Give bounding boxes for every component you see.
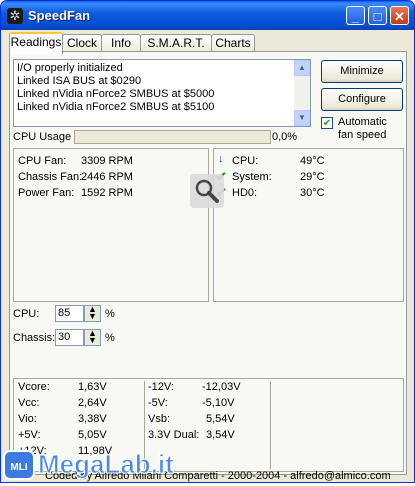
configure-button[interactable]: Configure <box>321 88 403 111</box>
temperature-panel: ↓ CPU: 49°C ✔ System: 29°C ✔ HD0: 30°C <box>213 148 404 302</box>
fan-name: Power Fan: <box>18 187 75 199</box>
temp-value: 49°C <box>300 155 325 167</box>
cpu-usage-value: 0,0% <box>272 131 298 143</box>
svg-text:MLI: MLI <box>10 462 27 473</box>
window-title: SpeedFan <box>28 8 91 23</box>
speedfan-app-icon[interactable]: ✲ <box>7 8 23 24</box>
checkmark-icon: ✔ <box>322 118 332 129</box>
temp-value: 30°C <box>300 187 325 199</box>
cpu-usage-bar <box>74 130 271 144</box>
cpu-speed-unit: % <box>105 308 115 320</box>
voltage-value: 3,38V <box>78 413 107 425</box>
svg-text:MegaLab.it: MegaLab.it <box>38 449 174 479</box>
voltage-value: 2,64V <box>78 397 107 409</box>
voltage-name: -5V: <box>148 397 168 409</box>
temp-name: HD0: <box>232 187 258 199</box>
scroll-down-icon[interactable]: ▼ <box>294 110 310 126</box>
chassis-speed-label: Chassis: <box>13 332 56 344</box>
fan-speed-panel: CPU Fan: 3309 RPM Chassis Fan: 2446 RPM … <box>13 148 209 302</box>
cpu-speed-spinner[interactable]: ▲ ▼ <box>84 305 101 322</box>
voltage-name: Vio: <box>18 413 37 425</box>
tab-clock[interactable]: Clock <box>62 34 102 52</box>
chassis-speed-spinner[interactable]: ▲ ▼ <box>84 329 101 346</box>
voltage-name: Vcc: <box>18 397 40 409</box>
title-bar[interactable]: ✲ SpeedFan _ □ ✕ <box>1 1 414 30</box>
temp-value: 29°C <box>300 171 325 183</box>
automatic-fan-speed-checkbox[interactable]: ✔ <box>321 117 333 129</box>
automatic-fan-speed-label: Automatic fan speed <box>338 116 387 141</box>
scroll-up-icon[interactable]: ▲ <box>294 60 310 76</box>
fan-value: 2446 RPM <box>81 171 133 183</box>
fan-name: Chassis Fan: <box>18 171 83 183</box>
fan-value: 3309 RPM <box>81 155 133 167</box>
minimize-window-button[interactable]: _ <box>346 6 365 25</box>
fan-value: 1592 RPM <box>81 187 133 199</box>
megalab-watermark: MLI MegaLab.it <box>0 440 180 483</box>
fan-name: CPU Fan: <box>18 155 67 167</box>
tab-info[interactable]: Info <box>101 34 141 52</box>
log-scrollbar[interactable]: ▲ ▼ <box>294 60 310 126</box>
readings-page: I/O properly initialized Linked ISA BUS … <box>9 51 407 475</box>
voltage-name: -12V: <box>148 381 174 393</box>
maximize-window-button[interactable]: □ <box>368 6 387 25</box>
cpu-usage-label: CPU Usage <box>13 131 72 143</box>
megalab-logo: MLI MegaLab.it <box>3 449 175 480</box>
tab-readings[interactable]: Readings <box>9 32 63 54</box>
log-line: Linked nVidia nForce2 SMBUS at $5100 <box>17 101 215 113</box>
log-listbox[interactable]: I/O properly initialized Linked ISA BUS … <box>13 59 311 127</box>
temp-name: System: <box>232 171 272 183</box>
minimize-button[interactable]: Minimize <box>321 60 403 83</box>
close-window-button[interactable]: ✕ <box>390 6 409 25</box>
speedfan-window: ✲ SpeedFan _ □ ✕ Readings Clock Info S.M… <box>0 0 415 483</box>
log-line: I/O properly initialized <box>17 62 123 74</box>
voltage-value: 1,63V <box>78 381 107 393</box>
cpu-speed-input[interactable]: 85 <box>55 305 84 322</box>
arrow-down-icon: ↓ <box>218 153 224 165</box>
cpu-speed-label: CPU: <box>13 308 40 320</box>
temp-name: CPU: <box>232 155 259 167</box>
voltage-divider <box>270 381 271 469</box>
chassis-speed-input[interactable]: 30 <box>55 329 84 346</box>
voltage-value: -12,03V <box>202 381 241 393</box>
voltage-value: -5,10V <box>202 397 235 409</box>
chassis-speed-unit: % <box>105 332 115 344</box>
voltage-value: 3,54V <box>206 429 235 441</box>
voltage-name: Vsb: <box>148 413 171 425</box>
voltage-value: 5,54V <box>206 413 235 425</box>
tab-charts[interactable]: Charts <box>211 34 255 52</box>
magnifier-icon[interactable] <box>190 174 224 208</box>
tab-smart[interactable]: S.M.A.R.T. <box>140 34 212 52</box>
voltage-name: Vcore: <box>18 381 50 393</box>
log-line: Linked nVidia nForce2 SMBUS at $5000 <box>17 88 215 100</box>
log-line: Linked ISA BUS at $0290 <box>17 75 142 87</box>
